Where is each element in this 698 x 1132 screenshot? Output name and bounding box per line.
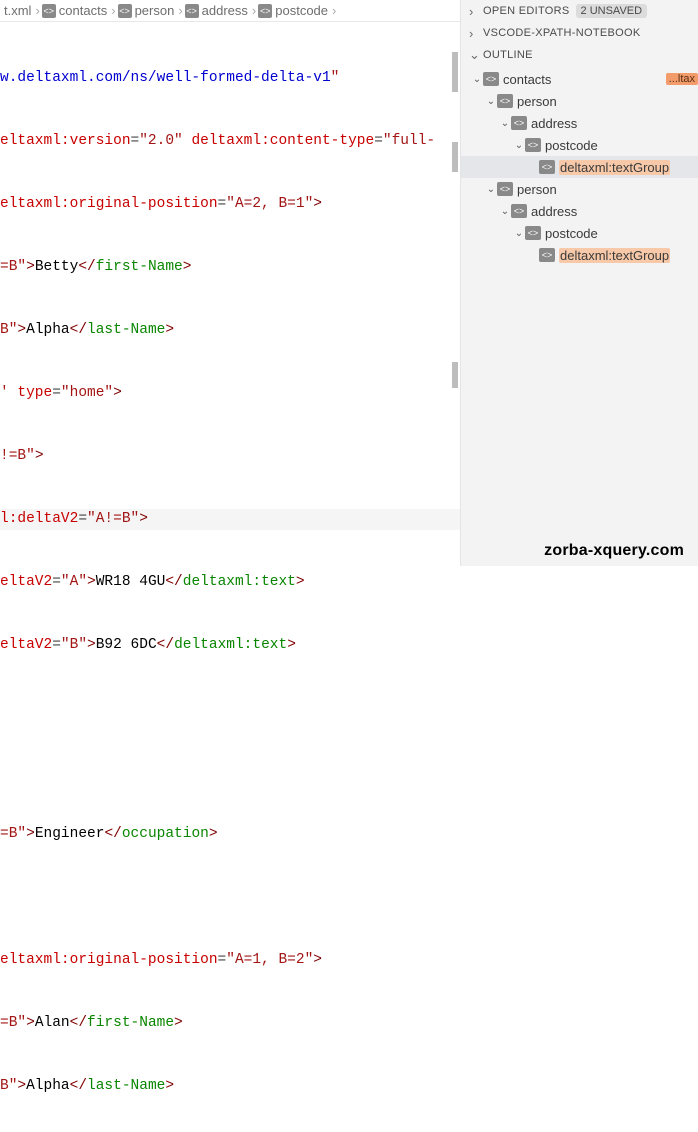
tree-row-address[interactable]: ⌄ <> address <box>461 112 698 134</box>
chevron-right-icon: › <box>252 3 256 18</box>
xml-element-icon: <> <box>185 4 199 18</box>
chevron-down-icon: ⌄ <box>485 96 497 107</box>
xml-element-icon: <> <box>258 4 272 18</box>
xml-element-icon: <> <box>483 72 499 86</box>
breadcrumb[interactable]: t.xml › <>contacts › <>person › <>addres… <box>0 0 460 22</box>
chevron-down-icon: ⌄ <box>471 74 483 85</box>
tree-row-contacts[interactable]: ⌄ <> contacts ...ltax <box>461 68 698 90</box>
xml-element-icon: <> <box>497 94 513 108</box>
xml-element-icon: <> <box>539 160 555 174</box>
tree-row-postcode[interactable]: ⌄ <> postcode <box>461 222 698 244</box>
chevron-down-icon: ⌄ <box>469 47 481 63</box>
tree-row-person[interactable]: ⌄ <> person <box>461 90 698 112</box>
editor-pane: t.xml › <>contacts › <>person › <>addres… <box>0 0 460 566</box>
chevron-right-icon: › <box>332 3 336 18</box>
xml-element-icon: <> <box>42 4 56 18</box>
notebook-section[interactable]: › VSCODE-XPATH-NOTEBOOK <box>461 22 698 44</box>
outline-tree: ⌄ <> contacts ...ltax ⌄ <> person ⌄ <> a… <box>461 66 698 268</box>
chevron-down-icon: ⌄ <box>485 184 497 195</box>
breadcrumb-item[interactable]: postcode <box>275 3 328 18</box>
tree-row-textgroup[interactable]: • <> deltaxml:textGroup <box>461 244 698 266</box>
xml-element-icon: <> <box>539 248 555 262</box>
chevron-right-icon: › <box>469 4 481 19</box>
chevron-down-icon: ⌄ <box>513 140 525 151</box>
tree-row-textgroup[interactable]: • <> deltaxml:textGroup <box>461 156 698 178</box>
chevron-down-icon: ⌄ <box>513 228 525 239</box>
xml-element-icon: <> <box>118 4 132 18</box>
outline-section[interactable]: ⌄ OUTLINE <box>461 44 698 66</box>
tree-row-address[interactable]: ⌄ <> address <box>461 200 698 222</box>
chevron-right-icon: › <box>469 26 481 41</box>
xml-element-icon: <> <box>525 138 541 152</box>
sidebar: › OPEN EDITORS 2 UNSAVED › VSCODE-XPATH-… <box>460 0 698 566</box>
xml-element-icon: <> <box>525 226 541 240</box>
open-editors-section[interactable]: › OPEN EDITORS 2 UNSAVED <box>461 0 698 22</box>
tree-row-postcode[interactable]: ⌄ <> postcode <box>461 134 698 156</box>
chevron-right-icon: › <box>178 3 182 18</box>
tree-row-person[interactable]: ⌄ <> person <box>461 178 698 200</box>
xml-element-icon: <> <box>511 204 527 218</box>
xml-element-icon: <> <box>511 116 527 130</box>
code-editor[interactable]: w.deltaxml.com/ns/well-formed-delta-v1" … <box>0 22 460 1132</box>
minimap[interactable] <box>448 22 460 542</box>
chevron-down-icon: ⌄ <box>499 206 511 217</box>
watermark: zorba-xquery.com <box>544 542 684 560</box>
breadcrumb-item[interactable]: address <box>202 3 248 18</box>
file-badge: ...ltax <box>666 73 698 85</box>
chevron-down-icon: ⌄ <box>499 118 511 129</box>
breadcrumb-item[interactable]: person <box>135 3 175 18</box>
chevron-right-icon: › <box>35 3 39 18</box>
xml-element-icon: <> <box>497 182 513 196</box>
chevron-right-icon: › <box>111 3 115 18</box>
unsaved-badge: 2 UNSAVED <box>576 4 648 18</box>
breadcrumb-file[interactable]: t.xml <box>4 3 31 18</box>
breadcrumb-item[interactable]: contacts <box>59 3 107 18</box>
